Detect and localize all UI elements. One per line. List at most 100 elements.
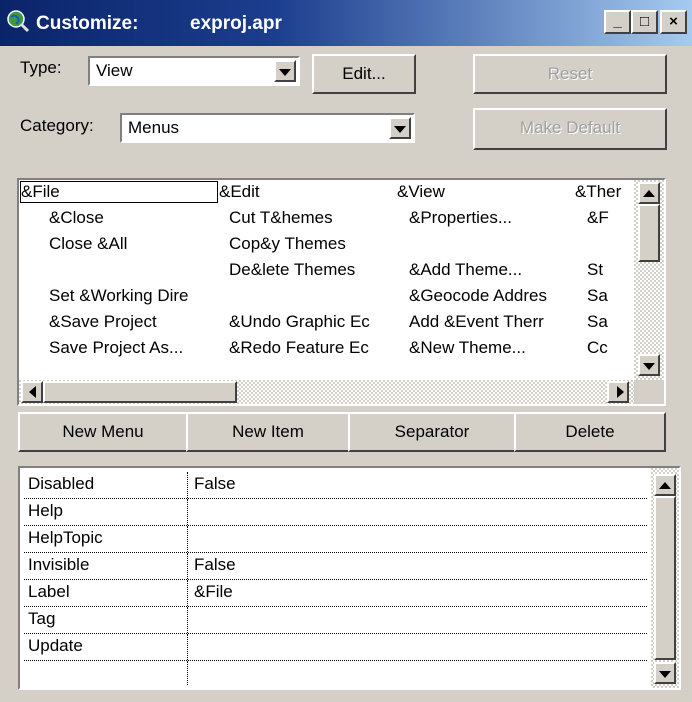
delete-button[interactable]: Delete bbox=[514, 412, 666, 452]
separator-button[interactable]: Separator bbox=[348, 412, 516, 452]
menu-item[interactable] bbox=[49, 258, 219, 282]
chevron-down-icon bbox=[279, 69, 291, 76]
menu-item[interactable]: Set &Working Dire bbox=[49, 284, 219, 308]
property-value[interactable]: False bbox=[194, 474, 634, 494]
column-divider bbox=[187, 553, 188, 579]
column-divider bbox=[187, 634, 188, 660]
arrow-up-icon bbox=[659, 482, 671, 489]
menu-item[interactable]: &Close bbox=[49, 206, 219, 230]
column-divider bbox=[187, 526, 188, 552]
menu-item[interactable]: Cut T&hemes bbox=[229, 206, 379, 230]
menu-item[interactable]: Add &Event Therr bbox=[409, 310, 559, 334]
separator-button-label: Separator bbox=[394, 422, 470, 441]
maximize-button[interactable]: □ bbox=[631, 10, 658, 34]
new-item-button[interactable]: New Item bbox=[186, 412, 350, 452]
column-divider bbox=[187, 499, 188, 525]
menu-header-view[interactable]: &View bbox=[397, 180, 567, 204]
menu-grid[interactable]: &File &Edit &View &Ther &Close Close &Al… bbox=[17, 178, 666, 406]
menu-item[interactable]: Cc bbox=[587, 336, 633, 360]
scroll-corner bbox=[634, 380, 664, 404]
arrow-left-icon bbox=[29, 386, 36, 398]
property-row-helptopic[interactable]: HelpTopic bbox=[24, 526, 647, 553]
property-name: Disabled bbox=[28, 474, 95, 493]
menu-item[interactable]: &Geocode Addres bbox=[409, 284, 559, 308]
category-dropdown-button[interactable] bbox=[389, 117, 411, 139]
property-grid-vscrollbar[interactable] bbox=[651, 468, 679, 688]
chevron-down-icon bbox=[394, 126, 406, 133]
vscroll-thumb[interactable] bbox=[654, 496, 676, 660]
menu-item[interactable] bbox=[587, 232, 633, 256]
minimize-button[interactable]: _ bbox=[604, 10, 631, 34]
arrow-down-icon bbox=[659, 671, 671, 678]
menu-item[interactable]: Cop&y Themes bbox=[229, 232, 379, 256]
hscroll-thumb[interactable] bbox=[43, 381, 237, 403]
window-title-prefix: Customize: bbox=[36, 13, 139, 34]
reset-button-label: Reset bbox=[547, 64, 593, 83]
menu-item[interactable]: &New Theme... bbox=[409, 336, 559, 360]
menu-item[interactable]: De&lete Themes bbox=[229, 258, 379, 282]
property-row-tag[interactable]: Tag bbox=[24, 607, 647, 634]
menu-header-themes[interactable]: &Ther bbox=[575, 180, 633, 204]
arrow-up-icon bbox=[643, 190, 655, 197]
close-button[interactable]: × bbox=[660, 10, 687, 34]
property-row-help[interactable]: Help bbox=[24, 499, 647, 526]
close-icon: × bbox=[669, 13, 678, 30]
property-row-label[interactable]: Label &File bbox=[24, 580, 647, 607]
menu-item[interactable] bbox=[409, 232, 559, 256]
category-label: Category: bbox=[20, 116, 94, 135]
scroll-up-button[interactable] bbox=[654, 474, 676, 496]
category-select-value: Menus bbox=[128, 118, 180, 137]
category-select[interactable]: Menus bbox=[120, 113, 415, 143]
menu-item[interactable] bbox=[229, 284, 379, 308]
menu-item[interactable]: &Redo Feature Ec bbox=[229, 336, 379, 360]
edit-button[interactable]: Edit... bbox=[312, 54, 416, 94]
menu-item[interactable]: Sa bbox=[587, 284, 633, 308]
menu-item[interactable]: Sa bbox=[587, 310, 633, 334]
title-bar[interactable]: Customize: exproj.apr _ □ × bbox=[0, 0, 692, 46]
menu-item[interactable]: &Undo Graphic Ec bbox=[229, 310, 379, 334]
reset-button[interactable]: Reset bbox=[473, 54, 667, 94]
property-value[interactable]: &File bbox=[194, 582, 634, 602]
property-value[interactable]: False bbox=[194, 555, 634, 575]
column-divider bbox=[187, 661, 188, 686]
column-divider bbox=[187, 472, 188, 498]
menu-header-file[interactable]: &File bbox=[21, 180, 211, 204]
menu-item[interactable]: Save Project As... bbox=[49, 336, 219, 360]
property-name: Update bbox=[28, 636, 83, 655]
new-menu-button[interactable]: New Menu bbox=[18, 412, 188, 452]
property-row-disabled[interactable]: Disabled False bbox=[24, 472, 647, 499]
property-name: Help bbox=[28, 501, 63, 520]
scroll-down-button[interactable] bbox=[638, 354, 660, 376]
menu-item[interactable]: Close &All bbox=[49, 232, 219, 256]
vscroll-thumb[interactable] bbox=[638, 204, 660, 262]
property-grid[interactable]: Disabled False Help HelpTopic Invisible … bbox=[18, 466, 681, 690]
property-row-update[interactable]: Update bbox=[24, 634, 647, 661]
menu-grid-hscrollbar[interactable] bbox=[19, 380, 634, 404]
scroll-left-button[interactable] bbox=[21, 381, 43, 403]
scroll-down-button[interactable] bbox=[654, 662, 676, 684]
menu-item[interactable]: &Save Project bbox=[49, 310, 219, 334]
scroll-right-button[interactable] bbox=[607, 381, 629, 403]
type-select-value: View bbox=[96, 61, 133, 80]
make-default-button[interactable]: Make Default bbox=[473, 108, 667, 150]
property-row-empty[interactable] bbox=[24, 661, 647, 686]
menu-item[interactable]: &Properties... bbox=[409, 206, 559, 230]
type-dropdown-button[interactable] bbox=[274, 60, 296, 82]
arrow-right-icon bbox=[617, 386, 624, 398]
menu-header-edit[interactable]: &Edit bbox=[219, 180, 389, 204]
customize-dialog: { "window": { "title_prefix": "Customize… bbox=[0, 0, 692, 702]
maximize-icon: □ bbox=[639, 13, 650, 30]
type-select[interactable]: View bbox=[88, 56, 300, 86]
menu-item[interactable]: St bbox=[587, 258, 633, 282]
menu-grid-vscrollbar[interactable] bbox=[634, 180, 664, 380]
property-grid-viewport: Disabled False Help HelpTopic Invisible … bbox=[24, 472, 649, 686]
window-title-file: exproj.apr bbox=[190, 13, 282, 34]
property-row-invisible[interactable]: Invisible False bbox=[24, 553, 647, 580]
scroll-up-button[interactable] bbox=[638, 182, 660, 204]
make-default-button-label: Make Default bbox=[519, 118, 621, 137]
delete-button-label: Delete bbox=[565, 422, 615, 441]
menu-item[interactable]: &Add Theme... bbox=[409, 258, 559, 282]
property-name: Invisible bbox=[28, 555, 90, 574]
property-name: Label bbox=[28, 582, 70, 601]
menu-item[interactable]: &F bbox=[587, 206, 633, 230]
